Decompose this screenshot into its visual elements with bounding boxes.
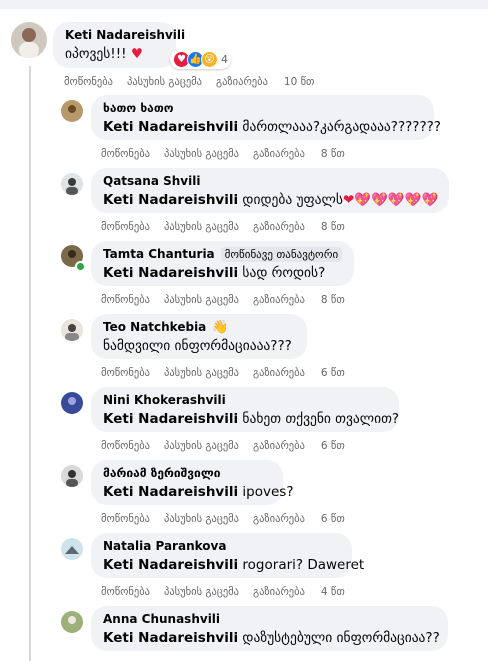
- reply-bubble: Nini Khokerashvili Keti Nadareishvili ნა…: [91, 387, 399, 432]
- reply-bubble: Teo Natchkebia 👋 ნამდვილი ინფორმაციააა???: [91, 314, 307, 359]
- like-button[interactable]: მოწონება: [101, 148, 150, 160]
- reply-text: მართლააა?კარგადააა???????: [242, 119, 441, 135]
- mention-link[interactable]: Keti Nadareishvili: [103, 119, 238, 135]
- reply-bubble: მარიამ ზერიშვილი Keti Nadareishvili ipov…: [91, 460, 294, 505]
- reply-author[interactable]: Qatsana Shvili: [103, 174, 437, 189]
- reply-bubble: Anna Chunashvili Keti Nadareishvili დაზუ…: [91, 606, 448, 651]
- reply-time[interactable]: 8 წთ: [321, 221, 345, 233]
- reply-text: დაზუსტებული ინფორმაციაა??: [242, 630, 440, 646]
- share-button[interactable]: გაზიარება: [253, 440, 305, 452]
- reply-time[interactable]: 6 წთ: [321, 513, 345, 525]
- reply-text: rogorari? Daweret: [242, 557, 365, 573]
- reply-author[interactable]: მარიამ ზერიშვილი: [103, 466, 271, 481]
- reply-button[interactable]: პასუხის გაცემა: [164, 440, 239, 452]
- reply-time[interactable]: 8 წთ: [321, 294, 345, 306]
- share-button[interactable]: გაზიარება: [253, 367, 305, 379]
- reply-author[interactable]: Nini Khokerashvili: [103, 393, 387, 408]
- comment-actions: მოწონება პასუხის გაცემა გაზიარება 10 წთ: [64, 76, 328, 88]
- avatar[interactable]: [61, 319, 83, 341]
- reply-actions: მოწონება პასუხის გაცემა გაზიარება 6 წთ: [101, 513, 359, 525]
- reply-actions: მოწონება პასუხის გაცემა გაზიარება 6 წთ: [101, 440, 359, 452]
- comment-author[interactable]: Keti Nadareishvili: [65, 28, 185, 43]
- reply-author[interactable]: ხათო ხათო: [103, 101, 422, 116]
- reply-author[interactable]: Natalia Parankova: [103, 539, 340, 554]
- reply-author[interactable]: Anna Chunashvili: [103, 612, 436, 627]
- share-button[interactable]: გაზიარება: [253, 513, 305, 525]
- reply-button[interactable]: პასუხის გაცემა: [164, 294, 239, 306]
- reply-button[interactable]: პასუხის გაცემა: [127, 76, 202, 88]
- reply-actions: მოწონება პასუხის გაცემა გაზიარება 8 წთ: [101, 221, 359, 233]
- reply-thread-line: [29, 66, 31, 661]
- reply-author[interactable]: Teo Natchkebia: [103, 320, 206, 335]
- comment-time[interactable]: 10 წთ: [284, 76, 315, 88]
- reply-button[interactable]: პასუხის გაცემა: [164, 148, 239, 160]
- reply-text: ნახეთ თქვენი თვალით?: [242, 411, 400, 427]
- top-divider: [0, 0, 488, 9]
- like-button[interactable]: მოწონება: [101, 221, 150, 233]
- reply-author[interactable]: Tamta Chanturia: [103, 247, 215, 262]
- like-button[interactable]: მოწონება: [101, 367, 150, 379]
- share-button[interactable]: გაზიარება: [253, 294, 305, 306]
- like-button[interactable]: მოწონება: [101, 513, 150, 525]
- reply-bubble: Natalia Parankova Keti Nadareishvili rog…: [91, 533, 364, 578]
- reply-actions: მოწონება პასუხის გაცემა გაზიარება 4 წთ: [101, 586, 359, 598]
- comment-bubble: Keti Nadareishvili იპოვეს!!! ♥: [53, 22, 185, 68]
- like-button[interactable]: მოწონება: [101, 586, 150, 598]
- share-button[interactable]: გაზიარება: [253, 221, 305, 233]
- like-button[interactable]: მოწონება: [64, 76, 113, 88]
- reply-actions: მოწონება პასუხის გაცემა გაზიარება 8 წთ: [101, 294, 359, 306]
- mention-link[interactable]: Keti Nadareishvili: [103, 484, 238, 500]
- waving-hand-icon: 👋: [212, 320, 229, 335]
- comment-text: იპოვეს!!!: [65, 46, 127, 62]
- share-button[interactable]: გაზიარება: [216, 76, 268, 88]
- mention-link[interactable]: Keti Nadareishvili: [103, 265, 238, 281]
- reactions-count: 4: [221, 53, 228, 66]
- avatar[interactable]: [61, 538, 83, 560]
- reply-button[interactable]: პასუხის გაცემა: [164, 367, 239, 379]
- like-button[interactable]: მოწონება: [101, 440, 150, 452]
- avatar[interactable]: [61, 173, 83, 195]
- reply-bubble: Tamta Chanturia მოწინავე თანავტორი Keti N…: [91, 241, 354, 286]
- like-button[interactable]: მოწონება: [101, 294, 150, 306]
- avatar[interactable]: [61, 100, 83, 122]
- reply-button[interactable]: პასუხის გაცემა: [164, 513, 239, 525]
- reply-time[interactable]: 4 წთ: [321, 586, 345, 598]
- reply-text: დიდება უფალს: [242, 192, 343, 208]
- reply-time[interactable]: 6 წთ: [321, 440, 345, 452]
- reply-actions: მოწონება პასუხის გაცემა გაზიარება 8 წთ: [101, 148, 359, 160]
- hearts-emoji: ❤💖💖💖💖💖: [342, 192, 439, 208]
- mention-link[interactable]: Keti Nadareishvili: [103, 557, 238, 573]
- reply-bubble: Qatsana Shvili Keti Nadareishvili დიდება…: [91, 168, 449, 213]
- mention-link[interactable]: Keti Nadareishvili: [103, 192, 238, 208]
- online-status-dot: [75, 261, 86, 272]
- reply-actions: მოწონება პასუხის გაცემა გაზიარება 6 წთ: [101, 367, 359, 379]
- top-contributor-badge[interactable]: მოწინავე თანავტორი: [220, 247, 343, 262]
- reply-text: ipoves?: [242, 484, 294, 500]
- reply-bubble: ხათო ხათო Keti Nadareishvili მართლააა?კა…: [91, 95, 441, 140]
- avatar[interactable]: [61, 611, 83, 633]
- wow-reaction-icon: 😮: [201, 51, 218, 68]
- reply-text: სად როდის?: [242, 265, 326, 281]
- mention-link[interactable]: Keti Nadareishvili: [103, 630, 238, 646]
- reply-button[interactable]: პასუხის გაცემა: [164, 221, 239, 233]
- reply-text: ნამდვილი ინფორმაციააა???: [103, 338, 292, 354]
- reply-button[interactable]: პასუხის გაცემა: [164, 586, 239, 598]
- share-button[interactable]: გაზიარება: [253, 586, 305, 598]
- avatar[interactable]: [61, 392, 83, 414]
- heart-emoji: ♥: [130, 46, 143, 62]
- avatar[interactable]: [11, 22, 47, 58]
- avatar[interactable]: [61, 465, 83, 487]
- reply-time[interactable]: 6 წთ: [321, 367, 345, 379]
- mention-link[interactable]: Keti Nadareishvili: [103, 411, 238, 427]
- reply-time[interactable]: 8 წთ: [321, 148, 345, 160]
- share-button[interactable]: გაზიარება: [253, 148, 305, 160]
- reactions-summary[interactable]: ♥ 👍 😮 4: [170, 50, 231, 69]
